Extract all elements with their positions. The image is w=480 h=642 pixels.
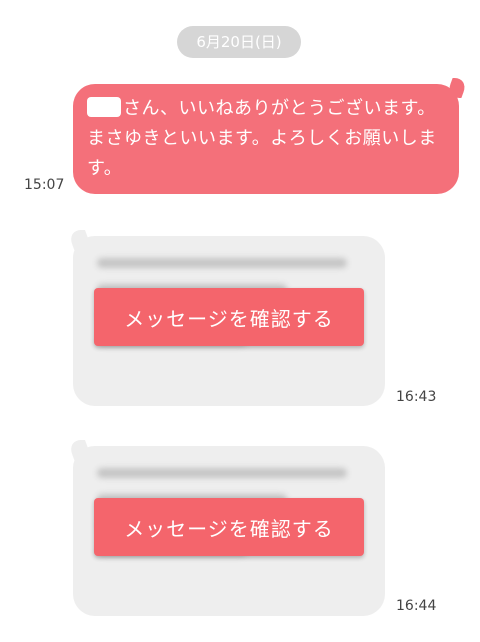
redacted-name bbox=[87, 97, 121, 117]
confirm-message-button[interactable]: メッセージを確認する bbox=[94, 288, 364, 346]
date-separator: 6月20日(日) bbox=[177, 26, 301, 58]
sent-message-text: さん、いいねありがとうございます。まさゆきといいます。よろしくお願いします。 bbox=[87, 94, 449, 184]
received-message-time: 16:44 bbox=[396, 598, 437, 614]
sent-message-bubble: さん、いいねありがとうございます。まさゆきといいます。よろしくお願いします。 bbox=[73, 84, 459, 194]
received-message-bubble: メッセージを確認する bbox=[73, 446, 385, 616]
received-message-bubble: メッセージを確認する bbox=[73, 236, 385, 406]
sent-message-time: 15:07 bbox=[24, 177, 65, 193]
confirm-message-button[interactable]: メッセージを確認する bbox=[94, 498, 364, 556]
sent-message-body: さん、いいねありがとうございます。まさゆきといいます。よろしくお願いします。 bbox=[87, 98, 437, 179]
received-message-time: 16:43 bbox=[396, 389, 437, 405]
